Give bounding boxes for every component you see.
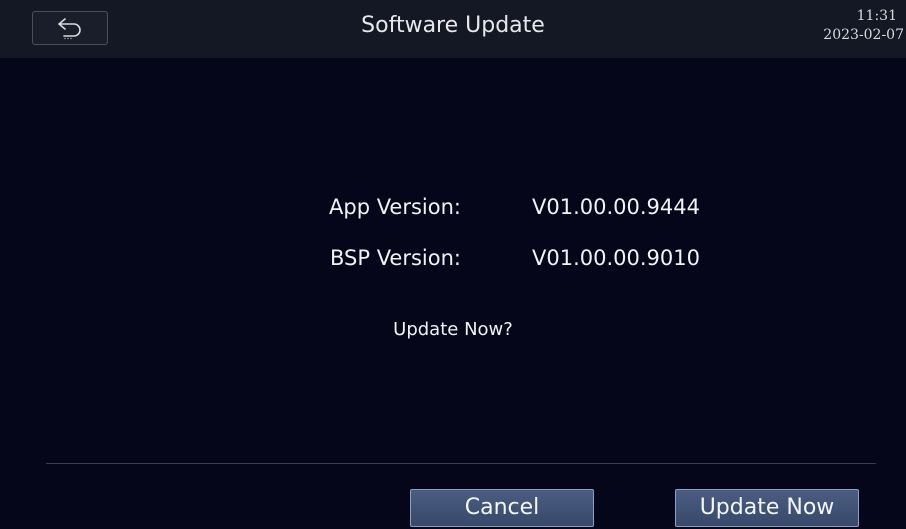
screen-title: Software Update [361,13,545,38]
bsp-version-value: V01.00.00.9010 [532,246,700,270]
update-prompt: Update Now? [393,319,513,340]
app-version-value: V01.00.00.9444 [532,195,700,219]
back-arrow-icon [55,16,85,40]
bsp-version-label: BSP Version: [329,246,461,270]
back-button[interactable] [32,11,108,45]
status-date: 2023-02-07 [823,27,904,43]
app-version-label: App Version: [329,195,461,219]
footer-divider [46,463,876,464]
software-update-screen: Software Update 11:31 2023-02-07 App Ver… [0,0,906,529]
status-time: 11:31 [856,8,897,24]
cancel-button[interactable]: Cancel [410,489,594,527]
top-bar: Software Update 11:31 2023-02-07 [0,0,906,58]
update-now-button[interactable]: Update Now [675,489,859,527]
